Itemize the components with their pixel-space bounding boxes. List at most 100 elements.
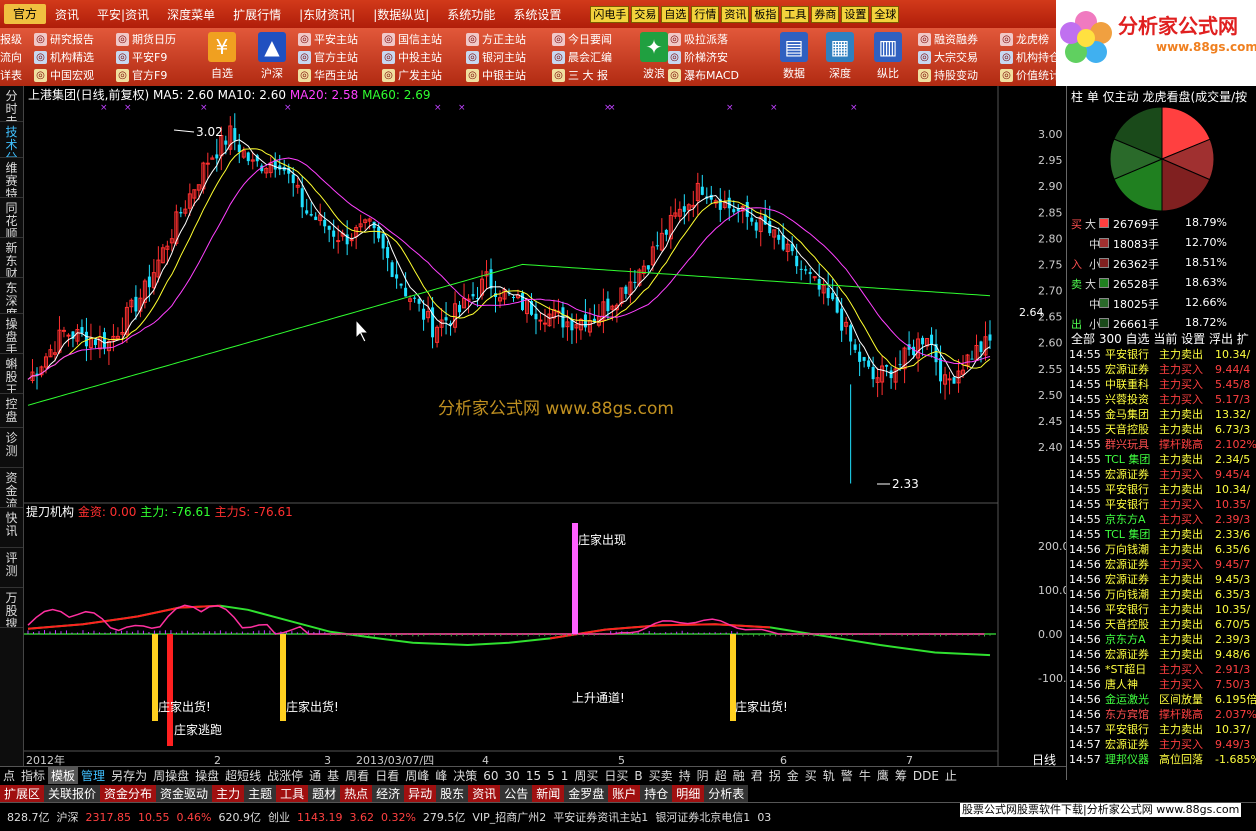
toolbar-link-1-2[interactable]: ◎ 官方F9 [116, 66, 198, 84]
extension-tab-4[interactable]: 主力 [212, 784, 245, 802]
extension-tab-19[interactable]: 分析表 [704, 784, 749, 802]
extension-tab-8[interactable]: 热点 [340, 784, 373, 802]
extension-tab-13[interactable]: 公告 [500, 784, 533, 802]
trade-row[interactable]: 14:55 平安银行 主力买入 10.35/ [1067, 497, 1256, 512]
toolbar-stub-item-0[interactable]: 报级 [0, 30, 24, 48]
template-tab-20[interactable]: 1 [558, 769, 572, 783]
extension-tab-6[interactable]: 工具 [276, 784, 309, 802]
trade-row[interactable]: 14:56 宏源证券 主力买入 9.45/7 [1067, 557, 1256, 572]
trade-row[interactable]: 14:56 京东方A 主力卖出 2.39/3 [1067, 632, 1256, 647]
extension-tab-5[interactable]: 主题 [244, 784, 277, 802]
left-tab-10[interactable]: 资金流 [0, 468, 23, 508]
template-tab-6[interactable]: 操盘 [192, 767, 222, 784]
toolbar-big-button-0[interactable]: ¥ 自选 [198, 30, 246, 84]
left-tab-2[interactable]: 维赛特 [0, 158, 23, 198]
template-tab-2[interactable]: 模板 [48, 767, 79, 784]
toolbar-link-6-0[interactable]: ◎ 吸拉派落 [668, 30, 750, 48]
template-tab-21[interactable]: 周买 [571, 767, 601, 784]
chart-area[interactable]: 3.002.952.902.852.802.752.702.652.602.55… [24, 86, 1066, 766]
trade-row[interactable]: 14:55 群兴玩具 撑杆跳高 2.102% [1067, 437, 1256, 452]
toolbar-big-button-3[interactable]: ▤ 数据 [770, 30, 818, 84]
trade-row[interactable]: 14:57 平安银行 主力卖出 10.37/ [1067, 722, 1256, 737]
toolbar-link-0-0[interactable]: ◎ 研究报告 [34, 30, 116, 48]
template-tab-5[interactable]: 周操盘 [150, 767, 192, 784]
extension-tab-2[interactable]: 资金分布 [100, 784, 157, 802]
extension-tab-12[interactable]: 资讯 [468, 784, 501, 802]
extension-tab-15[interactable]: 金罗盘 [564, 784, 609, 802]
template-tab-17[interactable]: 30 [502, 769, 523, 783]
trade-row[interactable]: 14:56 万向钱潮 主力卖出 6.35/3 [1067, 587, 1256, 602]
template-tab-13[interactable]: 周峰 [402, 767, 432, 784]
trade-row[interactable]: 14:55 宏源证券 主力买入 9.45/4 [1067, 467, 1256, 482]
toolbar-link-7-2[interactable]: ◎ 持股变动 [918, 66, 1000, 84]
left-tab-8[interactable]: 控盘 [0, 394, 23, 428]
template-tab-8[interactable]: 战涨停 [264, 767, 306, 784]
toolbar-link-1-0[interactable]: ◎ 期货日历 [116, 30, 198, 48]
trade-row[interactable]: 14:56 平安银行 主力卖出 10.35/ [1067, 602, 1256, 617]
template-tab-29[interactable]: 君 [748, 767, 766, 784]
status-ad-banner[interactable]: 股票公式网股票软件下载|分析家公式网 www.88gs.com [960, 803, 1242, 817]
toolbar-link-3-2[interactable]: ◎ 广发主站 [382, 66, 464, 84]
extension-tab-0[interactable]: 扩展区 [0, 784, 45, 802]
left-tab-0[interactable]: 分时走势 [0, 86, 23, 122]
toolbar-link-1-1[interactable]: ◎ 平安F9 [116, 48, 198, 66]
template-tab-11[interactable]: 周看 [342, 767, 372, 784]
left-tab-4[interactable]: 新东财 [0, 238, 23, 278]
quick-button-0[interactable]: 闪电手 [590, 5, 630, 23]
toolbar-link-0-2[interactable]: ◎ 中国宏观 [34, 66, 116, 84]
extension-tab-7[interactable]: 题材 [308, 784, 341, 802]
left-tab-13[interactable]: 万股搜 [0, 588, 23, 628]
extension-tab-11[interactable]: 股东 [436, 784, 469, 802]
template-tab-30[interactable]: 拐 [766, 767, 784, 784]
menu-item-4[interactable]: 扩展行情 [224, 6, 290, 23]
trade-row[interactable]: 14:56 金运激光 区间放量 6.195倍 [1067, 692, 1256, 707]
menu-item-7[interactable]: 系统功能 [438, 6, 504, 23]
template-tab-22[interactable]: 日买 [601, 767, 631, 784]
quick-button-4[interactable]: 资讯 [721, 5, 750, 23]
menu-item-6[interactable]: |数据纵览| [364, 6, 438, 23]
template-tab-19[interactable]: 5 [544, 769, 558, 783]
quick-button-8[interactable]: 设置 [841, 5, 870, 23]
template-tab-35[interactable]: 牛 [856, 767, 874, 784]
trade-row[interactable]: 14:55 平安银行 主力卖出 10.34/ [1067, 482, 1256, 497]
template-tab-24[interactable]: 买卖 [646, 767, 676, 784]
toolbar-link-4-2[interactable]: ◎ 中银主站 [466, 66, 548, 84]
trade-row[interactable]: 14:55 TCL 集团 主力卖出 2.33/6 [1067, 527, 1256, 542]
trade-row[interactable]: 14:55 宏源证券 主力买入 9.44/4 [1067, 362, 1256, 377]
trade-row[interactable]: 14:56 *ST超日 主力买入 2.91/3 [1067, 662, 1256, 677]
left-tab-3[interactable]: 同花顺 [0, 198, 23, 238]
template-tab-34[interactable]: 警 [838, 767, 856, 784]
extension-tab-10[interactable]: 异动 [404, 784, 437, 802]
left-tab-5[interactable]: 东深度 [0, 278, 23, 314]
quick-button-9[interactable]: 全球 [871, 5, 900, 23]
template-tab-12[interactable]: 日看 [372, 767, 402, 784]
trade-row[interactable]: 14:56 东方宾馆 撑杆跳高 2.037% [1067, 707, 1256, 722]
template-tab-25[interactable]: 持 [676, 767, 694, 784]
extension-tab-3[interactable]: 资金驱动 [156, 784, 213, 802]
toolbar-link-5-0[interactable]: ◎ 今日要闻 [552, 30, 634, 48]
toolbar-link-2-1[interactable]: ◎ 官方主站 [298, 48, 380, 66]
template-tab-32[interactable]: 买 [802, 767, 820, 784]
toolbar-big-button-2[interactable]: ✦ 波浪 [630, 30, 678, 84]
quick-button-2[interactable]: 自选 [661, 5, 690, 23]
template-tab-33[interactable]: 轨 [820, 767, 838, 784]
trade-row[interactable]: 14:55 TCL 集团 主力卖出 2.34/5 [1067, 452, 1256, 467]
extension-tab-16[interactable]: 账户 [608, 784, 641, 802]
template-tab-27[interactable]: 超 [712, 767, 730, 784]
trade-row[interactable]: 14:57 理邦仪器高位回落 -1.685% [1067, 752, 1256, 767]
quick-button-1[interactable]: 交易 [631, 5, 660, 23]
quick-button-6[interactable]: 工具 [781, 5, 810, 23]
left-tab-9[interactable]: 诊测 [0, 428, 23, 468]
menu-item-3[interactable]: 深度菜单 [158, 6, 224, 23]
quick-button-3[interactable]: 行情 [691, 5, 720, 23]
template-tab-28[interactable]: 融 [730, 767, 748, 784]
trade-row[interactable]: 14:55 京东方A 主力买入 2.39/3 [1067, 512, 1256, 527]
template-tab-1[interactable]: 指标 [18, 767, 48, 784]
toolbar-link-2-0[interactable]: ◎ 平安主站 [298, 30, 380, 48]
toolbar-link-3-0[interactable]: ◎ 国信主站 [382, 30, 464, 48]
template-tab-26[interactable]: 阴 [694, 767, 712, 784]
extension-tab-14[interactable]: 新闻 [532, 784, 565, 802]
template-tab-39[interactable]: 止 [942, 767, 960, 784]
template-tab-4[interactable]: 另存为 [108, 767, 150, 784]
template-tab-15[interactable]: 决策 [450, 767, 480, 784]
